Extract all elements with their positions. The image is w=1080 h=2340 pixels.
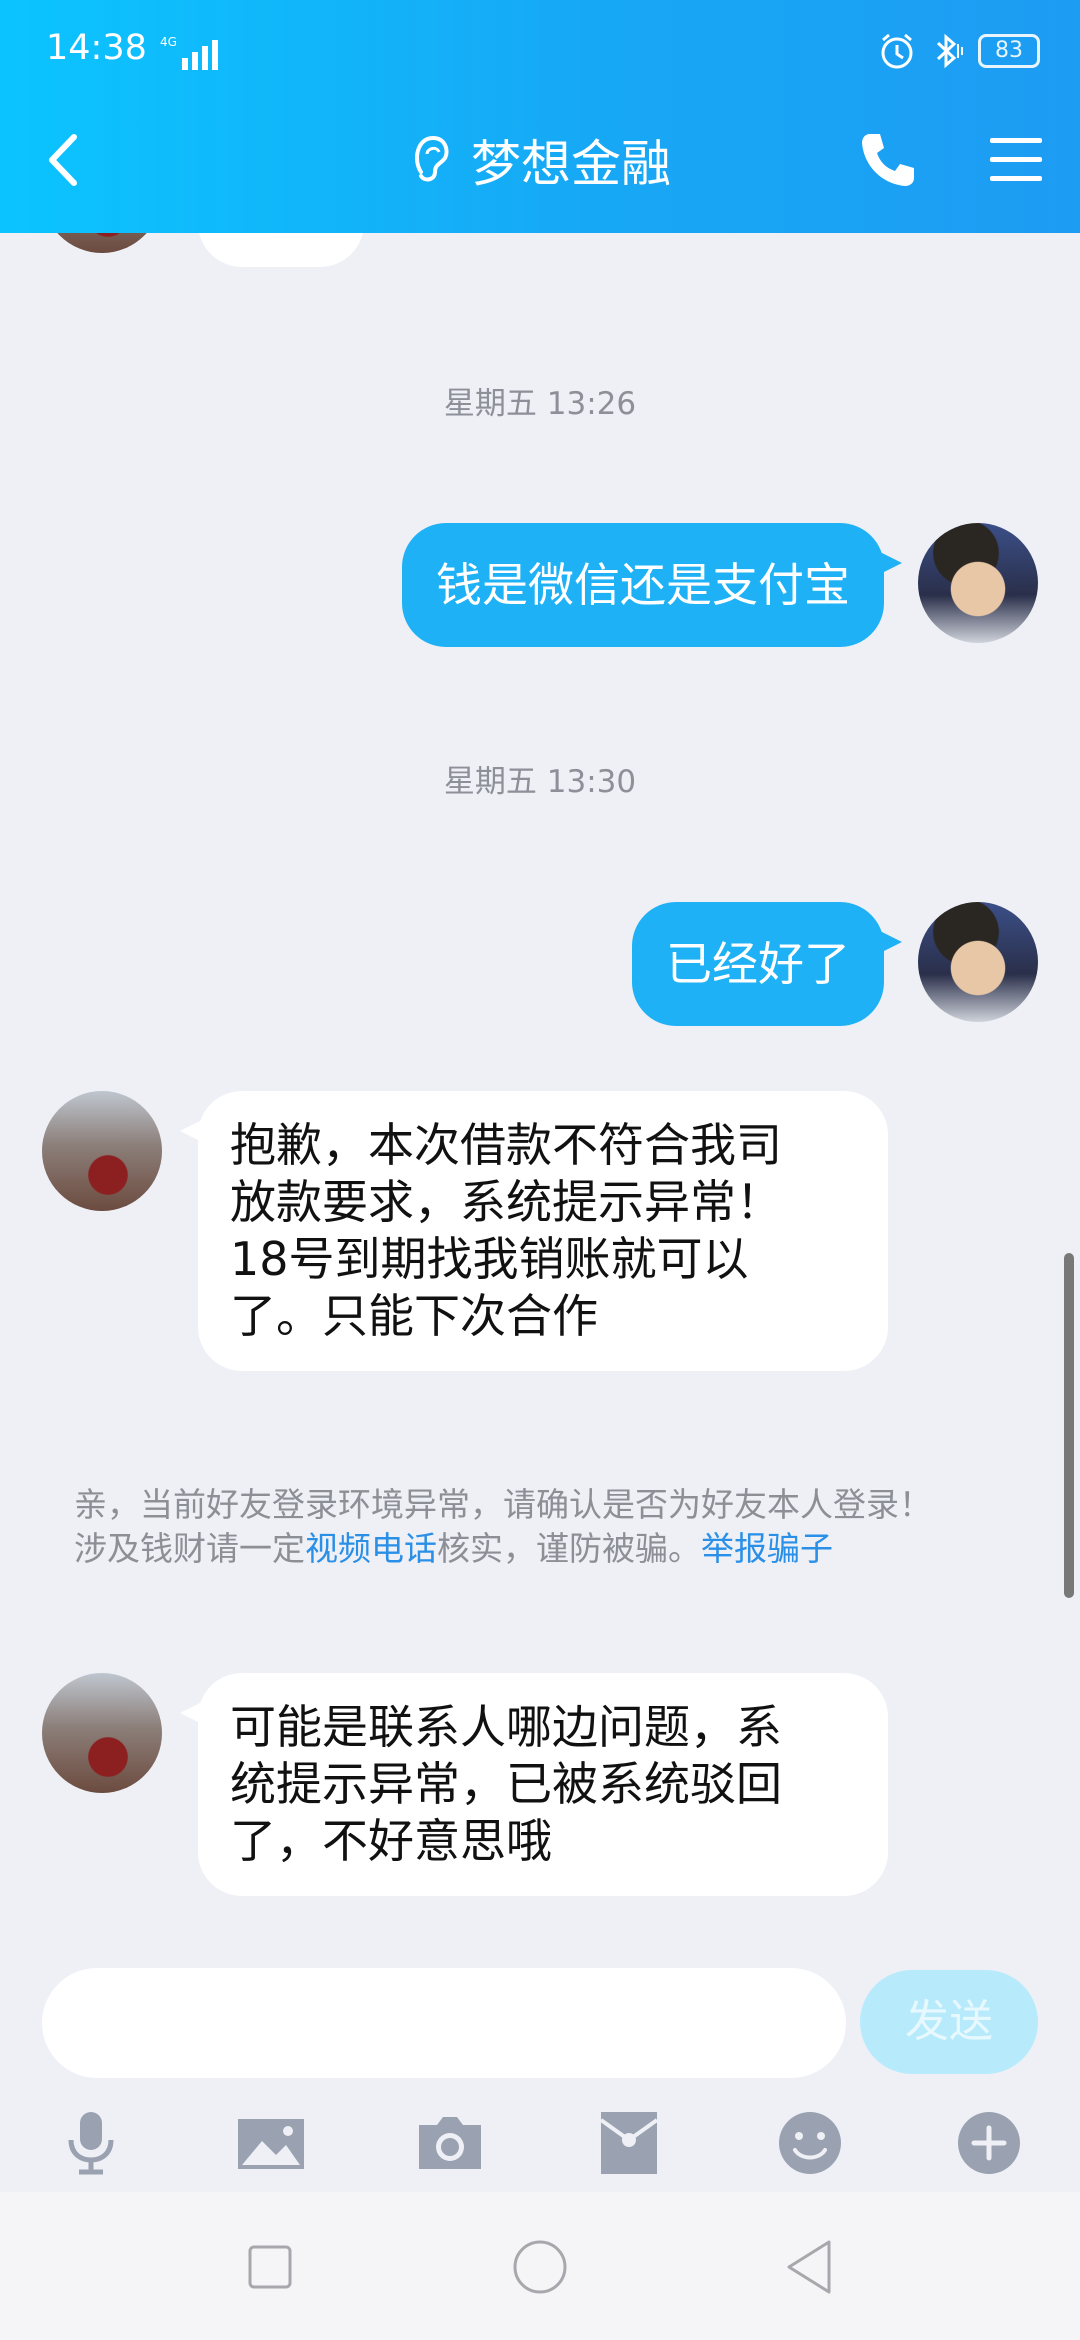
contact-avatar[interactable] [42,1673,162,1793]
chat-toolbar [0,2098,1080,2188]
alarm-icon [881,33,913,69]
message-line: 了，不好意思哦 [230,1814,552,1868]
plus-icon[interactable] [944,2098,1034,2188]
camera-icon[interactable] [405,2098,495,2188]
red-packet-icon[interactable] [584,2098,674,2188]
image-icon[interactable] [226,2098,316,2188]
status-bar: 14:38 4G 83 [0,0,1080,100]
ear-icon [415,135,449,182]
menu-button[interactable] [988,130,1044,190]
message-line: 放款要求，系统提示异常！ [230,1175,782,1229]
message-line: 18号到期找我销账就可以 [230,1232,749,1286]
battery-indicator: 83 [978,34,1040,68]
nav-bar: 梦想金融 [0,110,1080,210]
message-line: 统提示异常，已被系统驳回 [230,1757,782,1811]
message-line: 抱歉，本次借款不符合我司 [230,1118,782,1172]
outgoing-message[interactable]: 已经好了 [632,902,902,1026]
chat-scrollbar[interactable] [1064,1253,1074,1598]
incoming-message[interactable]: 抱歉，本次借款不符合我司 放款要求，系统提示异常！ 18号到期找我销账就可以 了… [180,1091,888,1371]
status-time: 14:38 [46,28,147,68]
notice-text: 核实，谨防被骗。 [437,1529,701,1568]
system-navigation-bar [0,2192,1080,2340]
message-timestamp: 星期五 13:30 [443,764,637,800]
phone-call-button[interactable] [856,128,920,192]
back-nav-button[interactable] [775,2232,845,2302]
send-button[interactable]: 发送 [860,1970,1038,2074]
message-line: 可能是联系人哪边问题，系 [230,1700,782,1754]
bluetooth-vibrate-icon [936,33,963,69]
app-header: 14:38 4G 83 梦想金融 [0,0,1080,233]
chat-history[interactable]: 星期五 13:26 钱是微信还是支付宝 星期五 13:30 已经好了 抱歉，本次… [0,233,1080,1948]
microphone-icon[interactable] [46,2098,136,2188]
home-button[interactable] [505,2232,575,2302]
video-call-link[interactable]: 视频电话 [305,1529,437,1568]
notice-line: 亲，当前好友登录环境异常，请确认是否为好友本人登录！ [74,1485,932,1524]
my-avatar[interactable] [918,902,1038,1022]
signal-icon: 4G [160,35,218,70]
report-scam-link[interactable]: 举报骗子 [701,1529,833,1568]
notice-text: 涉及钱财请一定 [74,1529,305,1568]
chat-title: 梦想金融 [471,135,671,193]
message-timestamp: 星期五 13:26 [443,386,637,422]
message-input[interactable] [42,1968,846,2078]
message-line: 了。只能下次合作 [230,1289,598,1343]
status-icons: 83 [878,28,1040,74]
input-area: 发送 [0,1948,1080,2192]
incoming-message-partial[interactable] [198,233,364,267]
contact-avatar[interactable] [42,233,162,253]
outgoing-message[interactable]: 钱是微信还是支付宝 [402,523,902,647]
my-avatar[interactable] [918,523,1038,643]
network-label: 4G [160,35,177,49]
incoming-message[interactable]: 可能是联系人哪边问题，系 统提示异常，已被系统驳回 了，不好意思哦 [180,1673,888,1896]
recent-apps-button[interactable] [235,2232,305,2302]
contact-avatar[interactable] [42,1091,162,1211]
security-notice: 亲，当前好友登录环境异常，请确认是否为好友本人登录！ 涉及钱财请一定视频电话核实… [74,1483,1004,1571]
emoji-icon[interactable] [765,2098,855,2188]
